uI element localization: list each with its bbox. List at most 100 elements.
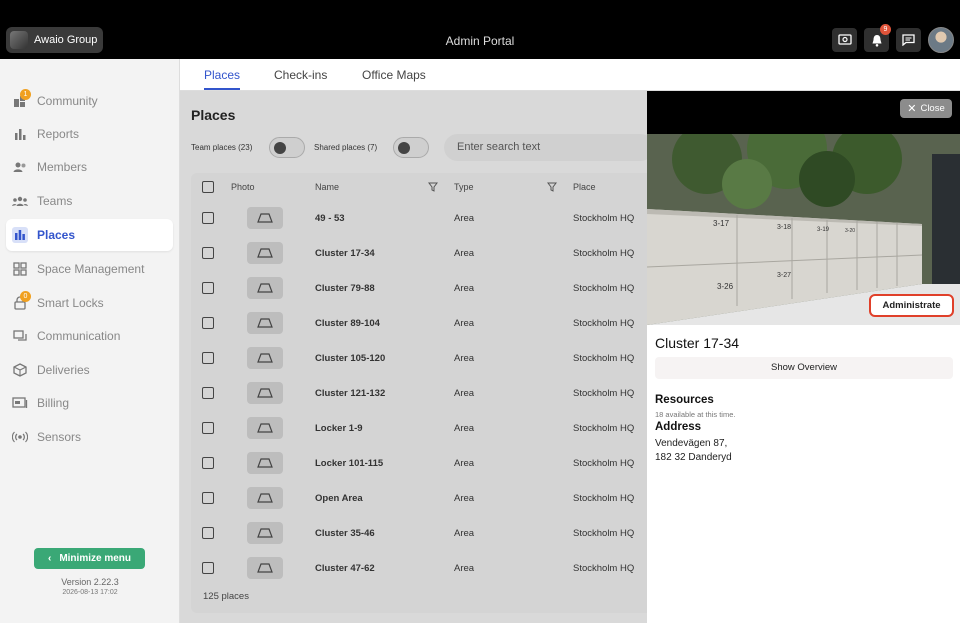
- sidebar-item-label: Reports: [37, 127, 80, 141]
- row-place: Stockholm HQ: [573, 283, 635, 294]
- column-header-type[interactable]: Type: [454, 182, 474, 192]
- screen-share-button[interactable]: [832, 28, 857, 52]
- sidebar-item-label: Teams: [37, 194, 73, 208]
- community-icon: 1: [12, 89, 31, 109]
- sidebar-item-space-management[interactable]: Space Management: [6, 253, 173, 285]
- sidebar-item-label: Members: [37, 160, 88, 174]
- row-place: Stockholm HQ: [573, 318, 635, 329]
- column-header-photo: Photo: [231, 182, 255, 192]
- team-places-label: Team places (23): [191, 143, 253, 152]
- search-input[interactable]: Enter search text: [444, 134, 648, 161]
- row-checkbox[interactable]: [202, 212, 214, 224]
- address-line-2: 182 32 Danderyd: [655, 452, 732, 463]
- area-icon: [257, 458, 273, 468]
- administrate-button[interactable]: Administrate: [869, 294, 954, 317]
- sidebar-item-smart-locks[interactable]: 0 Smart Locks: [6, 287, 173, 319]
- table-row[interactable]: 49 - 53 Area Stockholm HQ: [191, 205, 648, 240]
- locker-label: 3-17: [713, 219, 730, 228]
- row-place: Stockholm HQ: [573, 423, 635, 434]
- area-icon: [257, 213, 273, 223]
- row-checkbox[interactable]: [202, 352, 214, 364]
- tab-office-maps[interactable]: Office Maps: [362, 68, 426, 82]
- place-thumbnail: [247, 277, 283, 299]
- row-type: Area: [454, 423, 475, 434]
- shared-places-toggle[interactable]: [393, 137, 429, 158]
- place-thumbnail: [247, 417, 283, 439]
- sidebar-item-places[interactable]: Places: [6, 219, 173, 251]
- sidebar-item-sensors[interactable]: Sensors: [6, 421, 173, 453]
- version-label: Version 2.22.3: [61, 577, 119, 587]
- row-checkbox[interactable]: [202, 562, 214, 574]
- area-icon: [257, 423, 273, 433]
- close-icon: ✕: [907, 103, 917, 115]
- sidebar-item-members[interactable]: Members: [6, 151, 173, 183]
- place-detail-panel: ✕ Close 3-17 3-18 3-19 3-20 3-27 3-26 Ad…: [647, 91, 960, 623]
- tab-check-ins[interactable]: Check-ins: [274, 68, 327, 82]
- sidebar-item-reports[interactable]: Reports: [6, 118, 173, 150]
- toggle-knob: [398, 142, 410, 154]
- show-overview-button[interactable]: Show Overview: [655, 357, 953, 379]
- teams-icon: [12, 193, 28, 209]
- row-checkbox[interactable]: [202, 527, 214, 539]
- places-main: Places Team places (23) Shared places (7…: [180, 91, 648, 623]
- sidebar-item-label: Deliveries: [37, 363, 90, 377]
- filter-icon[interactable]: [547, 182, 557, 192]
- table-row[interactable]: Cluster 35-46 Area Stockholm HQ: [191, 520, 648, 555]
- notifications-button[interactable]: 9: [864, 24, 891, 52]
- community-badge: 1: [20, 89, 31, 100]
- area-icon: [257, 388, 273, 398]
- table-row[interactable]: Cluster 121-132 Area Stockholm HQ: [191, 380, 648, 415]
- area-icon: [257, 248, 273, 258]
- row-type: Area: [454, 388, 475, 399]
- column-header-name[interactable]: Name: [315, 182, 339, 192]
- row-checkbox[interactable]: [202, 317, 214, 329]
- row-checkbox[interactable]: [202, 247, 214, 259]
- table-row[interactable]: Locker 1-9 Area Stockholm HQ: [191, 415, 648, 450]
- close-button[interactable]: ✕ Close: [900, 99, 952, 118]
- area-icon: [257, 318, 273, 328]
- team-places-toggle[interactable]: [269, 137, 305, 158]
- row-checkbox[interactable]: [202, 492, 214, 504]
- row-checkbox[interactable]: [202, 387, 214, 399]
- tab-places[interactable]: Places: [204, 68, 240, 82]
- place-thumbnail: [247, 382, 283, 404]
- sidebar-item-label: Communication: [37, 329, 121, 343]
- row-checkbox[interactable]: [202, 422, 214, 434]
- address-heading: Address: [655, 421, 702, 433]
- minimize-menu-button[interactable]: ‹ Minimize menu: [34, 548, 145, 569]
- table-row[interactable]: Cluster 89-104 Area Stockholm HQ: [191, 310, 648, 345]
- sidebar-item-billing[interactable]: Billing: [6, 387, 173, 419]
- select-all-checkbox[interactable]: [202, 181, 214, 193]
- column-header-place: Place: [573, 182, 596, 192]
- row-checkbox[interactable]: [202, 282, 214, 294]
- place-thumbnail: [247, 452, 283, 474]
- messages-button[interactable]: [896, 28, 921, 52]
- sensor-icon: [12, 429, 28, 445]
- table-row[interactable]: Locker 101-115 Area Stockholm HQ: [191, 450, 648, 485]
- place-thumbnail: [247, 487, 283, 509]
- filter-icon[interactable]: [428, 182, 438, 192]
- user-avatar[interactable]: [928, 27, 954, 53]
- members-icon: [12, 159, 28, 175]
- row-checkbox[interactable]: [202, 457, 214, 469]
- top-bar: Awaio Group Admin Portal 9: [0, 0, 960, 59]
- table-row[interactable]: Cluster 79-88 Area Stockholm HQ: [191, 275, 648, 310]
- locker-label: 3-18: [777, 224, 791, 231]
- places-icon: [12, 227, 28, 243]
- sidebar-item-teams[interactable]: Teams: [6, 185, 173, 217]
- table-row[interactable]: Cluster 47-62 Area Stockholm HQ: [191, 555, 648, 590]
- sidebar: 1 Community Reports Members Teams Places…: [0, 59, 180, 623]
- row-place: Stockholm HQ: [573, 248, 635, 259]
- sidebar-item-community[interactable]: 1 Community: [6, 85, 173, 117]
- row-type: Area: [454, 528, 475, 539]
- row-type: Area: [454, 458, 475, 469]
- sidebar-item-communication[interactable]: Communication: [6, 320, 173, 352]
- table-row[interactable]: Cluster 105-120 Area Stockholm HQ: [191, 345, 648, 380]
- resources-heading: Resources: [655, 394, 714, 406]
- sidebar-item-deliveries[interactable]: Deliveries: [6, 354, 173, 386]
- table-row[interactable]: Cluster 17-34 Area Stockholm HQ: [191, 240, 648, 275]
- place-thumbnail: [247, 522, 283, 544]
- table-row[interactable]: Open Area Area Stockholm HQ: [191, 485, 648, 520]
- shared-places-label: Shared places (7): [314, 143, 378, 152]
- address-line-1: Vendevägen 87,: [655, 438, 728, 449]
